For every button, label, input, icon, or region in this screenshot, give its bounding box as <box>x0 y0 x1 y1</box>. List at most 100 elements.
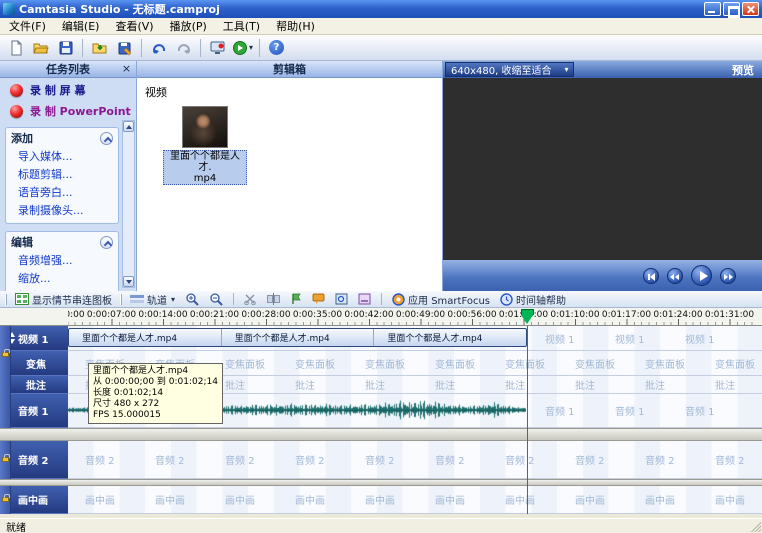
ruler-label: 0:00:49:00 <box>396 310 445 320</box>
scissors-icon <box>244 293 257 305</box>
close-icon[interactable]: × <box>120 63 133 76</box>
callout-tool-icon <box>312 293 325 305</box>
import-media-link[interactable]: 导入媒体... <box>6 147 118 165</box>
record-powerpoint-label: 录 制 PowerPoint <box>30 103 131 119</box>
timeline-ruler[interactable]: 0:00:00:00 0:00:07:00 0:00:14:00 0:00:21… <box>0 308 762 326</box>
voice-narration-link[interactable]: 语音旁白... <box>6 183 118 201</box>
pip-track-group: 画中画 画中画画中画画中画画中画画中画画中画画中画画中画画中画画中画 <box>0 486 762 514</box>
scroll-down-icon[interactable] <box>123 276 134 287</box>
menu-file[interactable]: 文件(F) <box>1 17 54 35</box>
zoom-link[interactable]: 缩放... <box>6 269 118 287</box>
minimize-button[interactable] <box>704 2 721 16</box>
zoomnpan-tool-icon <box>335 293 348 305</box>
fast-forward-button[interactable] <box>720 268 736 284</box>
produce-share-button[interactable]: ▾ <box>230 37 255 59</box>
task-scrollbar[interactable] <box>122 120 135 288</box>
preview-size-dropdown[interactable]: 640x480, 收缩至适合 ▾ <box>445 62 574 77</box>
ruler-label: 0:01:24:00 <box>653 310 702 320</box>
chevron-up-icon[interactable] <box>100 236 113 249</box>
audio2-track-label: 音频 2 <box>18 452 48 467</box>
lock-icon[interactable] <box>2 457 9 462</box>
clip-bin-panel: 剪辑箱 视频 里面个个都是人才. mp4 <box>137 61 443 291</box>
skip-to-start-button[interactable] <box>643 268 659 284</box>
record-camera-link[interactable]: 录制摄像头... <box>6 201 118 219</box>
scissors-button[interactable] <box>240 292 261 307</box>
audio2-track-lane[interactable]: 音频 2音频 2音频 2音频 2音频 2音频 2音频 2音频 2音频 2音频 2 <box>68 441 762 479</box>
save-project-button[interactable] <box>53 37 78 59</box>
split-clip-button[interactable] <box>263 292 284 307</box>
video1-track-lane[interactable]: 视频 1视频 1视频 1 里面个个都是人才.mp4 里面个个都是人才.mp4 里… <box>68 326 762 351</box>
captions-tool-button[interactable] <box>354 292 375 307</box>
undo-button[interactable] <box>146 37 171 59</box>
clip-caption-line2: mp4 <box>165 173 245 184</box>
save-as-button[interactable] <box>112 37 137 59</box>
callout-track-header[interactable]: 批注 <box>0 376 68 394</box>
zoomnpan-tool-button[interactable] <box>331 292 352 307</box>
save-floppy-icon <box>58 40 74 56</box>
tracks-button[interactable]: 轨道 ▾ <box>126 292 179 307</box>
toolbar-separator <box>233 293 234 305</box>
apply-smartfocus-button[interactable]: 应用 SmartFocus <box>388 292 494 307</box>
titlebar: Camtasia Studio - 无标题.camproj <box>0 0 762 18</box>
track-group-separator <box>0 428 762 441</box>
clip-bin-item[interactable]: 里面个个都是人才. mp4 <box>163 106 247 185</box>
title-clip-link[interactable]: 标题剪辑... <box>6 165 118 183</box>
play-button[interactable] <box>691 265 712 286</box>
maximize-button[interactable] <box>723 2 740 16</box>
main-area: 任务列表 × 录 制 屏 幕 录 制 PowerPoint 添加 导入媒体...… <box>0 61 762 291</box>
record-screen-task[interactable]: 录 制 屏 幕 <box>0 78 136 99</box>
app-icon <box>3 3 15 15</box>
collapse-up-icon[interactable] <box>9 332 15 337</box>
menu-help[interactable]: 帮助(H) <box>268 17 323 35</box>
close-button[interactable] <box>742 2 759 16</box>
pip-track-header[interactable]: 画中画 <box>0 486 68 514</box>
audio2-track-header[interactable]: 音频 2 <box>0 441 68 479</box>
video1-track-header[interactable]: 视频 1 <box>0 326 68 351</box>
timeline-help-button[interactable]: 时间轴帮助 <box>496 292 570 307</box>
preview-size-value: 640x480, 收缩至适合 <box>451 62 551 77</box>
save-as-icon <box>117 40 133 56</box>
rewind-button[interactable] <box>667 268 683 284</box>
record-screen-icon <box>210 40 226 56</box>
show-storyboard-button[interactable]: 显示情节串连图板 <box>11 292 116 307</box>
resize-grip[interactable] <box>749 520 761 532</box>
clip-bin-body[interactable]: 视频 里面个个都是人才. mp4 <box>137 78 442 291</box>
toolbar-drag-handle[interactable] <box>5 294 7 305</box>
import-media-button[interactable] <box>87 37 112 59</box>
chevron-down-icon[interactable]: ▾ <box>249 43 253 52</box>
new-project-button[interactable] <box>3 37 28 59</box>
zoom-out-button[interactable] <box>205 292 227 307</box>
pip-track-lane[interactable]: 画中画画中画画中画画中画画中画画中画画中画画中画画中画画中画 <box>68 486 762 514</box>
menu-play[interactable]: 播放(P) <box>162 17 215 35</box>
captions-tool-icon <box>358 293 371 305</box>
task-list-header: 任务列表 × <box>0 61 136 78</box>
zoom-in-button[interactable] <box>181 292 203 307</box>
menu-edit[interactable]: 编辑(E) <box>54 17 108 35</box>
video1-track-label: 视频 1 <box>18 331 48 346</box>
tracks-icon <box>130 294 144 305</box>
preview-header: 640x480, 收缩至适合 ▾ 预览 <box>443 61 762 78</box>
help-button[interactable]: ? <box>264 37 289 59</box>
lock-icon[interactable] <box>2 497 9 502</box>
record-screen-button[interactable] <box>205 37 230 59</box>
marker-button[interactable] <box>286 292 306 307</box>
audio-enhance-link[interactable]: 音频增强... <box>6 251 118 269</box>
zoom-track-header[interactable]: 变焦 <box>0 351 68 376</box>
callout-link[interactable]: 批注... <box>6 287 118 291</box>
tooltip-length: 长度 0:01:02;14 <box>93 388 218 399</box>
video-clip[interactable]: 里面个个都是人才.mp4 里面个个都是人才.mp4 里面个个都是人才.mp4 <box>68 328 527 347</box>
menu-tools[interactable]: 工具(T) <box>215 17 268 35</box>
record-powerpoint-task[interactable]: 录 制 PowerPoint <box>0 99 136 120</box>
redo-button[interactable] <box>171 37 196 59</box>
audio1-track-header[interactable]: 音频 1 <box>0 394 68 428</box>
playhead-marker[interactable] <box>521 315 533 324</box>
zoom-in-icon <box>185 292 199 306</box>
chevron-up-icon[interactable] <box>100 132 113 145</box>
callout-tool-button[interactable] <box>308 292 329 307</box>
menu-view[interactable]: 查看(V) <box>107 17 161 35</box>
status-bar: 就绪 <box>0 518 762 533</box>
lock-icon[interactable] <box>2 352 9 357</box>
scroll-up-icon[interactable] <box>123 121 134 132</box>
open-project-button[interactable] <box>28 37 53 59</box>
collapse-down-icon[interactable] <box>9 339 15 344</box>
